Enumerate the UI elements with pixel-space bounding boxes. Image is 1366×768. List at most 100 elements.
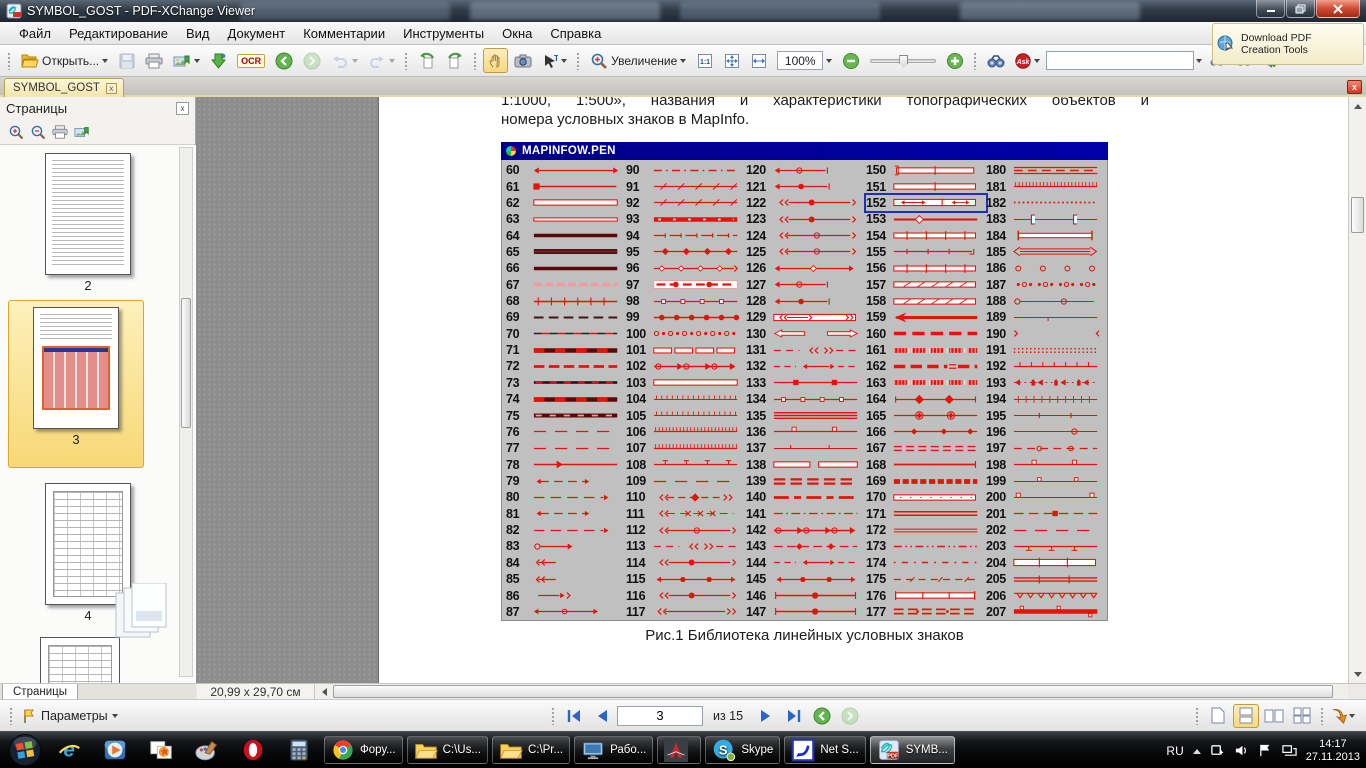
document-page[interactable]: 1:1000, 1:500», названия и характеристик… <box>378 97 1348 683</box>
pen-symbol-row-169[interactable]: 169 <box>866 473 986 489</box>
pen-symbol-row-130[interactable]: 130 <box>746 326 866 342</box>
page-thumbnail-5[interactable] <box>40 637 120 683</box>
pen-symbol-row-103[interactable]: 103 <box>626 375 746 391</box>
pen-symbol-row-174[interactable]: 174 <box>866 555 986 571</box>
scrollbar-thumb[interactable] <box>1351 197 1364 233</box>
pen-symbol-row-168[interactable]: 168 <box>866 456 986 472</box>
thumb-zoom-in-icon[interactable] <box>8 124 24 140</box>
rotate-cw-button[interactable] <box>442 48 468 73</box>
quicklaunch-opera-icon[interactable] <box>230 734 276 766</box>
go-forward-button[interactable] <box>299 48 325 73</box>
pen-symbol-row-126[interactable]: 126 <box>746 260 866 276</box>
pen-symbol-row-92[interactable]: 92 <box>626 195 746 211</box>
zoom-value[interactable]: 100% <box>777 51 824 70</box>
menu-item-4[interactable]: Документ <box>219 23 295 44</box>
pen-symbol-row-97[interactable]: 97 <box>626 277 746 293</box>
pen-symbol-row-202[interactable]: 202 <box>986 522 1106 538</box>
hand-tool-button[interactable] <box>483 48 509 73</box>
pen-symbol-row-136[interactable]: 136 <box>746 424 866 440</box>
pen-symbol-row-60[interactable]: 60 <box>506 162 626 178</box>
pen-symbol-row-68[interactable]: 68 <box>506 293 626 309</box>
fit-width-button[interactable] <box>746 48 771 73</box>
pen-symbol-row-203[interactable]: 203 <box>986 538 1106 554</box>
pen-symbol-row-124[interactable]: 124 <box>746 227 866 243</box>
search-input[interactable] <box>1046 51 1195 70</box>
pen-symbol-row-125[interactable]: 125 <box>746 244 866 260</box>
pen-symbol-row-116[interactable]: 116 <box>626 587 746 603</box>
taskbar-button-skype[interactable]: S Skype <box>705 736 781 764</box>
close-document-button[interactable]: x <box>1347 80 1362 94</box>
pen-symbol-row-142[interactable]: 142 <box>746 522 866 538</box>
pen-symbol-row-121[interactable]: 121 <box>746 178 866 194</box>
ocr-button[interactable]: OCR <box>233 48 269 73</box>
vertical-scrollbar[interactable] <box>1348 97 1366 683</box>
export-button[interactable] <box>169 48 204 73</box>
pen-symbol-row-171[interactable]: 171 <box>866 506 986 522</box>
pen-symbol-row-77[interactable]: 77 <box>506 440 626 456</box>
pages-bottom-tab[interactable]: Страницы <box>2 684 78 700</box>
pen-symbol-row-141[interactable]: 141 <box>746 506 866 522</box>
previous-page-button[interactable] <box>589 704 615 728</box>
pen-symbol-row-139[interactable]: 139 <box>746 473 866 489</box>
rotate-ccw-button[interactable] <box>414 48 440 73</box>
ask-button[interactable]: Ask <box>1011 48 1044 73</box>
scroll-left-arrow[interactable] <box>316 684 331 699</box>
first-page-button[interactable] <box>561 704 587 728</box>
pen-symbol-row-173[interactable]: 173 <box>866 538 986 554</box>
pen-symbol-row-156[interactable]: 156 <box>866 260 986 276</box>
pen-symbol-row-64[interactable]: 64 <box>506 227 626 243</box>
toolbar-grip[interactable] <box>551 706 556 725</box>
pen-symbol-row-79[interactable]: 79 <box>506 473 626 489</box>
taskbar-button-folder[interactable]: C:\Us... <box>406 736 488 764</box>
zoom-slider-thumb[interactable] <box>899 54 909 68</box>
pen-symbol-row-123[interactable]: 123 <box>746 211 866 227</box>
pen-symbol-row-159[interactable]: 159 <box>866 309 986 325</box>
taskbar-button-chrome[interactable]: Фору... <box>324 736 403 764</box>
toolbar-grip[interactable] <box>7 51 12 70</box>
open-button[interactable]: Открыть... <box>17 48 112 73</box>
quicklaunch-calculator-icon[interactable] <box>276 734 322 766</box>
start-button[interactable] <box>4 732 46 768</box>
page-thumbnail-2[interactable] <box>45 153 131 275</box>
pen-symbol-row-166[interactable]: 166 <box>866 424 986 440</box>
pen-symbol-row-195[interactable]: 195 <box>986 407 1106 423</box>
toolbar-grip[interactable] <box>9 706 14 725</box>
horizontal-scrollbar[interactable] <box>315 684 1348 700</box>
toolbar-grip[interactable] <box>1195 706 1200 725</box>
pen-symbol-row-113[interactable]: 113 <box>626 538 746 554</box>
pen-symbol-row-114[interactable]: 114 <box>626 555 746 571</box>
pen-symbol-row-188[interactable]: 188 <box>986 293 1106 309</box>
pen-symbol-row-93[interactable]: 93 <box>626 211 746 227</box>
menu-item-8[interactable]: Справка <box>541 23 610 44</box>
single-page-button[interactable] <box>1205 704 1231 728</box>
last-page-button[interactable] <box>781 704 807 728</box>
pen-symbol-row-101[interactable]: 101 <box>626 342 746 358</box>
pen-symbol-row-102[interactable]: 102 <box>626 358 746 374</box>
taskbar-button-pdfx[interactable]: PDF SYMB... <box>869 736 955 764</box>
pen-symbol-row-205[interactable]: 205 <box>986 571 1106 587</box>
thumbnails-scrollbar[interactable] <box>179 147 193 677</box>
pen-symbol-row-66[interactable]: 66 <box>506 260 626 276</box>
scan-button[interactable] <box>206 48 231 73</box>
search-button[interactable] <box>983 48 1009 73</box>
four-page-button[interactable] <box>1289 704 1315 728</box>
pen-symbol-row-143[interactable]: 143 <box>746 538 866 554</box>
pen-symbol-row-96[interactable]: 96 <box>626 260 746 276</box>
pen-symbol-row-187[interactable]: 187 <box>986 277 1106 293</box>
menu-item-7[interactable]: Окна <box>493 23 541 44</box>
pen-symbol-row-127[interactable]: 127 <box>746 277 866 293</box>
pen-symbol-row-172[interactable]: 172 <box>866 522 986 538</box>
jump-tool-button[interactable] <box>1330 704 1356 728</box>
pen-symbol-row-183[interactable]: 183 <box>986 211 1106 227</box>
view-forward-button[interactable] <box>837 704 863 728</box>
pen-symbol-row-76[interactable]: 76 <box>506 424 626 440</box>
pen-symbol-row-80[interactable]: 80 <box>506 489 626 505</box>
select-text-button[interactable]: T <box>538 48 571 73</box>
pen-symbol-row-146[interactable]: 146 <box>746 587 866 603</box>
pen-symbol-row-115[interactable]: 115 <box>626 571 746 587</box>
pen-symbol-row-144[interactable]: 144 <box>746 555 866 571</box>
toolbar-grip[interactable] <box>473 51 479 70</box>
pen-symbol-row-163[interactable]: 163 <box>866 375 986 391</box>
pen-symbol-row-182[interactable]: 182 <box>986 195 1106 211</box>
pen-symbol-row-151[interactable]: 151 <box>866 178 986 194</box>
